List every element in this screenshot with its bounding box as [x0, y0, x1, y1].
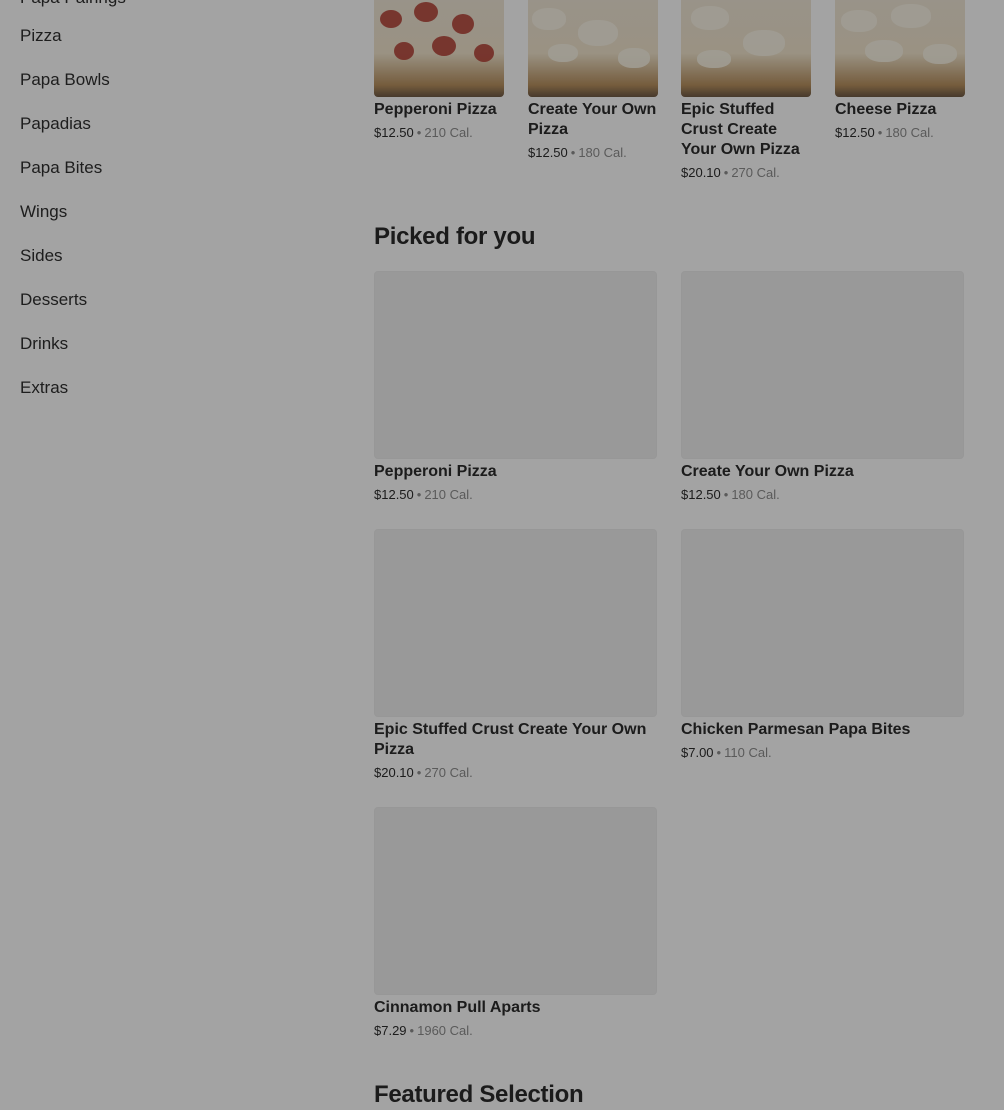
modal-backdrop-overlay[interactable]	[0, 0, 1004, 1110]
